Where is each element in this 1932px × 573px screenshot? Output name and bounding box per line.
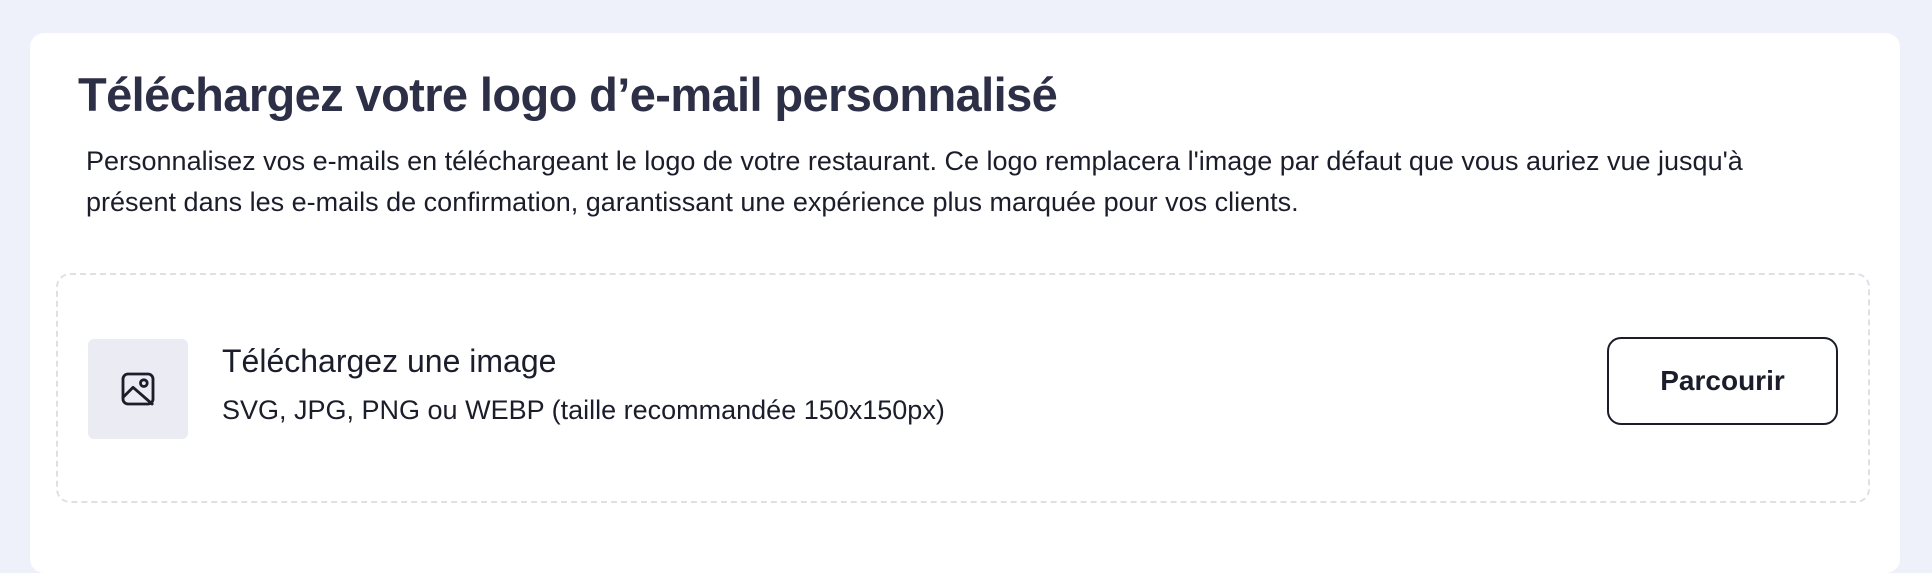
logo-upload-card: Téléchargez votre logo d’e-mail personna… [30, 33, 1900, 573]
upload-title: Téléchargez une image [222, 343, 557, 379]
image-placeholder [88, 339, 188, 439]
image-icon [121, 372, 155, 406]
upload-dropzone[interactable]: Téléchargez une image SVG, JPG, PNG ou W… [56, 273, 1870, 503]
card-title: Téléchargez votre logo d’e-mail personna… [78, 68, 1058, 121]
browse-button[interactable]: Parcourir [1607, 337, 1838, 425]
upload-format-hint: SVG, JPG, PNG ou WEBP (taille recommandé… [222, 395, 945, 425]
card-description: Personnalisez vos e-mails en téléchargea… [86, 146, 1743, 217]
